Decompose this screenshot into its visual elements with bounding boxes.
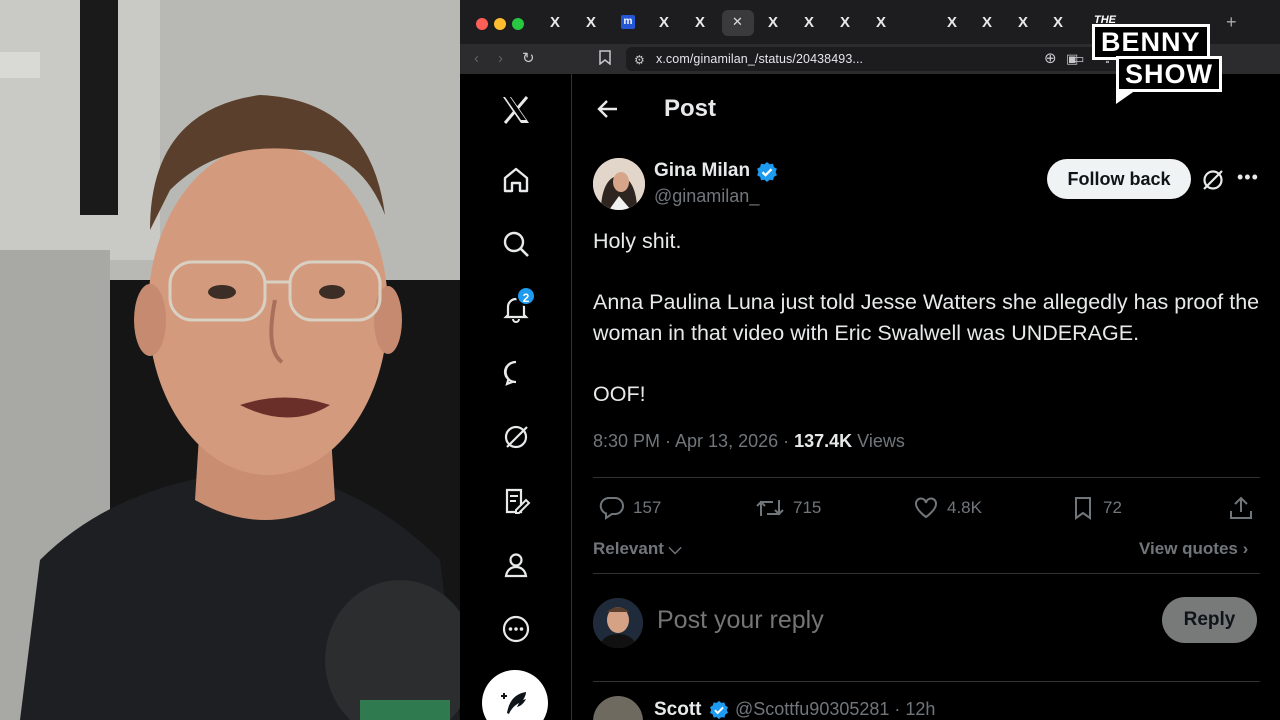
reply-button[interactable]: Reply bbox=[1162, 597, 1257, 643]
reply-author-handle[interactable]: @Scottfu90305281 · 12h bbox=[735, 699, 935, 720]
zoom-icon[interactable]: ⊕ bbox=[1044, 50, 1057, 68]
site-info-icon[interactable]: ⚙ bbox=[634, 51, 645, 69]
repost-action[interactable]: 715 bbox=[755, 496, 821, 520]
reply-action[interactable]: 157 bbox=[599, 496, 661, 520]
tab-x-12[interactable]: X bbox=[1049, 14, 1067, 32]
notifications-icon[interactable]: 2 bbox=[496, 286, 536, 328]
reply-author-name[interactable]: Scott bbox=[654, 699, 702, 720]
follow-back-button[interactable]: Follow back bbox=[1047, 159, 1191, 199]
logo-tail bbox=[1116, 90, 1136, 104]
close-window-button[interactable] bbox=[476, 18, 488, 30]
messages-icon[interactable] bbox=[496, 353, 536, 393]
tab-x-10[interactable]: X bbox=[978, 14, 996, 32]
page-title: Post bbox=[664, 95, 717, 122]
tab-x-8[interactable]: X bbox=[872, 14, 890, 32]
tab-x-9[interactable]: X bbox=[943, 14, 961, 32]
logo-show: SHOW bbox=[1116, 56, 1222, 92]
reply-input[interactable] bbox=[657, 606, 1077, 635]
benny-show-logo: THE BENNY SHOW bbox=[1088, 14, 1248, 106]
more-icon[interactable]: ••• bbox=[1237, 168, 1259, 186]
bookmark-count: 72 bbox=[1103, 498, 1122, 517]
search-icon[interactable] bbox=[496, 224, 536, 264]
forward-icon[interactable]: › bbox=[498, 50, 503, 68]
like-count: 4.8K bbox=[947, 498, 982, 517]
x-logo-icon[interactable] bbox=[496, 90, 536, 130]
views-count: 137.4K bbox=[794, 431, 853, 451]
divider bbox=[593, 573, 1260, 574]
reload-icon[interactable]: ↻ bbox=[522, 50, 535, 68]
bookmark-post-icon bbox=[1075, 497, 1091, 520]
verified-badge-icon bbox=[757, 162, 777, 182]
logo-benny: BENNY bbox=[1092, 24, 1210, 60]
feather-icon bbox=[501, 692, 526, 714]
tweet-paragraph: Anna Paulina Luna just told Jesse Watter… bbox=[593, 290, 1266, 345]
author-avatar[interactable] bbox=[593, 158, 645, 210]
verified-badge-icon bbox=[710, 700, 728, 720]
address-bar[interactable]: ⚙ x.com/ginamilan_/status/20438493... ⊕ … bbox=[626, 47, 1186, 71]
reply-count: 157 bbox=[633, 498, 662, 517]
chevron-down-icon: ⌵ bbox=[663, 539, 682, 558]
reply-author-avatar[interactable] bbox=[593, 696, 643, 720]
tab-close-icon[interactable]: ✕ bbox=[732, 14, 743, 30]
post-detail: Post Gina Milan @ginamilan_ Follow back … bbox=[573, 74, 1280, 720]
view-quotes-label: View quotes bbox=[1139, 539, 1238, 558]
more-options-icon[interactable] bbox=[496, 609, 536, 649]
screen: X X m X X ✕ X X X X X X X X + ‹ › ↻ ⚙ x.… bbox=[0, 0, 1280, 720]
reply-icon bbox=[599, 496, 624, 520]
zoom-window-button[interactable] bbox=[512, 18, 524, 30]
tab-x-3[interactable]: X bbox=[655, 14, 673, 32]
post-timestamp[interactable]: 8:30 PM · Apr 13, 2026 · bbox=[593, 431, 794, 451]
webcam-feed bbox=[0, 0, 460, 720]
drafts-icon[interactable] bbox=[496, 481, 536, 521]
minimize-window-button[interactable] bbox=[494, 18, 506, 30]
share-post-icon bbox=[1230, 496, 1252, 519]
tab-x-2[interactable]: X bbox=[582, 14, 600, 32]
tab-m[interactable]: m bbox=[621, 15, 635, 29]
tab-x-1[interactable]: X bbox=[546, 14, 564, 32]
author-name[interactable]: Gina Milan bbox=[654, 160, 750, 182]
tab-x-7[interactable]: X bbox=[836, 14, 854, 32]
sort-label: Relevant bbox=[593, 539, 664, 558]
repost-icon bbox=[756, 500, 784, 516]
grok-icon[interactable] bbox=[496, 417, 536, 457]
sort-replies-dropdown[interactable]: Relevant ⌵ bbox=[593, 539, 681, 559]
url-text[interactable]: x.com/ginamilan_/status/20438493... bbox=[656, 52, 863, 66]
back-arrow-icon[interactable] bbox=[595, 96, 621, 122]
share-action[interactable] bbox=[1228, 496, 1262, 520]
bookmark-action[interactable]: 72 bbox=[1071, 496, 1122, 520]
author-handle[interactable]: @ginamilan_ bbox=[654, 186, 759, 207]
sidebar-icon[interactable]: ▣ bbox=[1066, 50, 1078, 68]
x-sidebar: 2 bbox=[460, 74, 572, 720]
heart-icon bbox=[915, 497, 937, 519]
browser-window: X X m X X ✕ X X X X X X X X + ‹ › ↻ ⚙ x.… bbox=[460, 0, 1280, 720]
chevron-right-icon: › bbox=[1237, 539, 1249, 558]
tab-x-11[interactable]: X bbox=[1014, 14, 1032, 32]
home-icon[interactable] bbox=[496, 160, 536, 200]
tweet-paragraph: OOF! bbox=[593, 382, 646, 406]
my-avatar[interactable] bbox=[593, 598, 643, 648]
divider bbox=[593, 477, 1260, 478]
post-meta: 8:30 PM · Apr 13, 2026 · 137.4K Views bbox=[593, 431, 905, 452]
repost-count: 715 bbox=[793, 498, 822, 517]
profile-icon[interactable] bbox=[496, 545, 536, 585]
views-label: Views bbox=[852, 431, 905, 451]
divider bbox=[593, 681, 1260, 682]
bookmark-icon[interactable] bbox=[599, 50, 611, 70]
tweet-text: Holy shit. Anna Paulina Luna just told J… bbox=[593, 226, 1263, 440]
notifications-badge: 2 bbox=[516, 286, 536, 306]
grok-explain-icon[interactable] bbox=[1200, 167, 1226, 193]
view-quotes-link[interactable]: View quotes › bbox=[1139, 539, 1248, 559]
tweet-paragraph: Holy shit. bbox=[593, 229, 682, 253]
back-icon[interactable]: ‹ bbox=[474, 50, 479, 68]
like-action[interactable]: 4.8K bbox=[913, 496, 982, 520]
tab-x-6[interactable]: X bbox=[800, 14, 818, 32]
compose-post-button[interactable] bbox=[482, 670, 548, 720]
tab-x-4[interactable]: X bbox=[691, 14, 709, 32]
tab-x-5[interactable]: X bbox=[764, 14, 782, 32]
